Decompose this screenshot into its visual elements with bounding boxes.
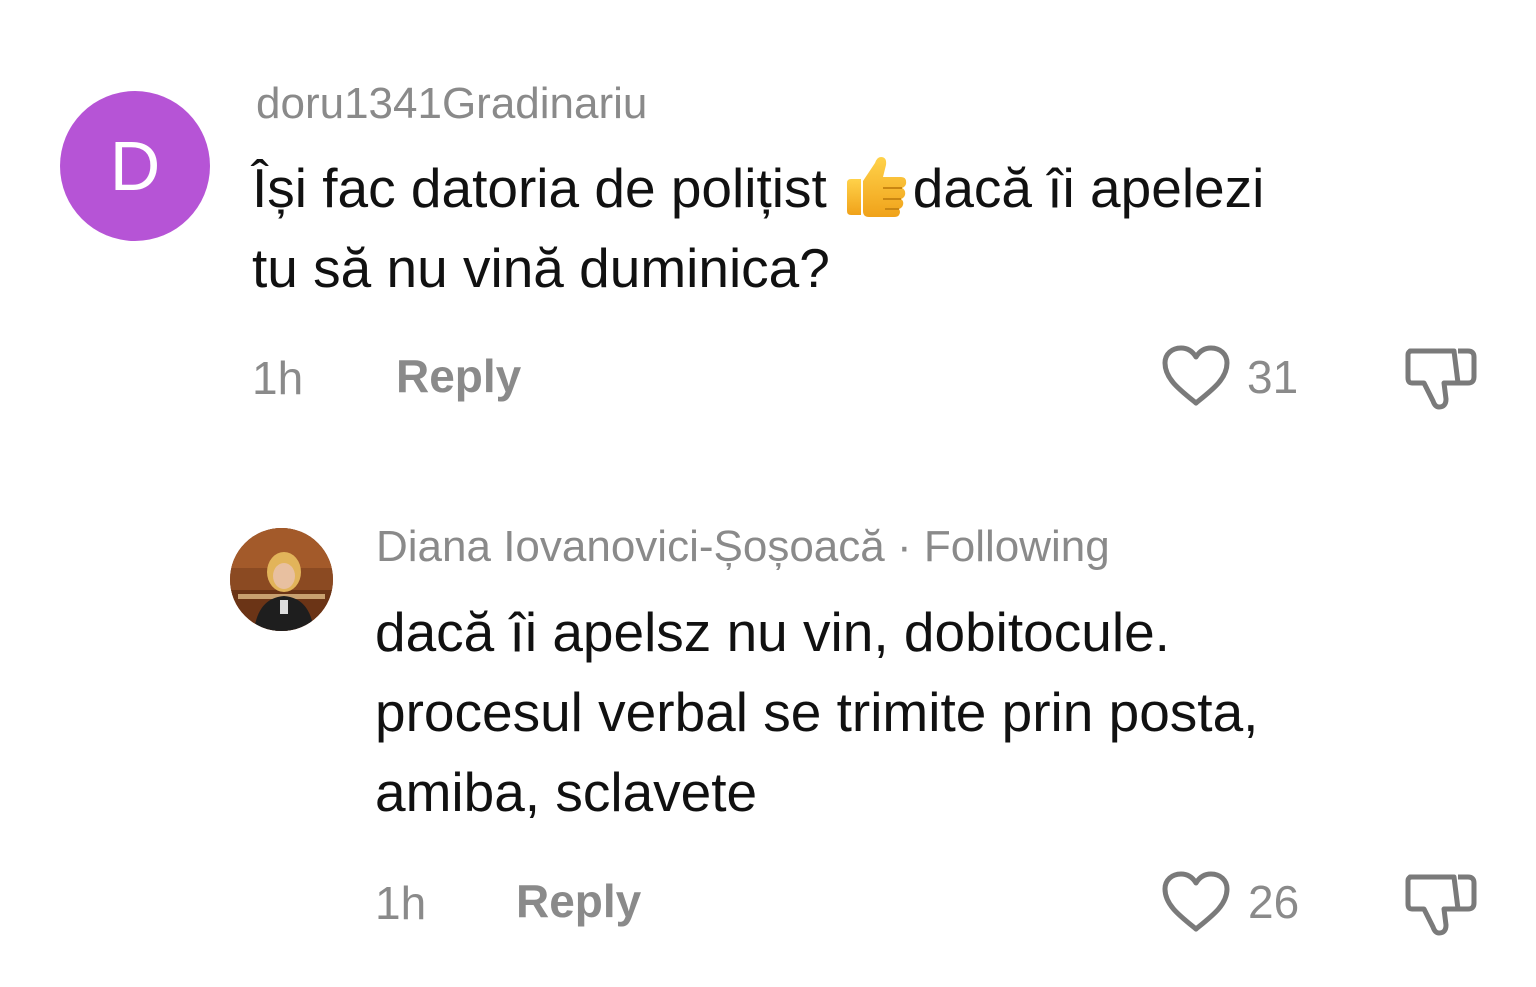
thumbs-up-emoji-icon xyxy=(846,157,906,217)
reply-username[interactable]: Diana Iovanovici-Șoșoacă xyxy=(376,522,885,571)
comment-text-line: tu să nu vină duminica? xyxy=(252,237,830,299)
like-count: 26 xyxy=(1248,876,1300,928)
heart-icon[interactable] xyxy=(1160,870,1232,934)
comment-text-line: Își fac datoria de polițist dacă îi apel… xyxy=(252,148,1512,228)
comment-username[interactable]: doru1341Gradinariu xyxy=(256,79,647,129)
comment-text-segment: dacă îi apelezi xyxy=(912,157,1265,219)
like-count: 31 xyxy=(1247,351,1299,403)
reply-text-line: amiba, sclavete xyxy=(375,761,758,823)
comment-timestamp: 1h xyxy=(252,352,304,404)
thumbs-down-icon[interactable] xyxy=(1402,869,1480,937)
reply-button[interactable]: Reply xyxy=(396,349,521,403)
thumbs-down-icon[interactable] xyxy=(1402,343,1480,411)
reply-text-line: procesul verbal se trimite prin posta, xyxy=(375,681,1259,743)
comment-text-segment: Își fac datoria de polițist xyxy=(252,157,827,219)
avatar[interactable] xyxy=(230,528,333,631)
avatar[interactable]: D xyxy=(60,91,210,241)
reply-username-row: Diana Iovanovici-Șoșoacă · Following xyxy=(376,522,1110,572)
following-label[interactable]: Following xyxy=(924,522,1110,571)
reply-text-line: dacă îi apelsz nu vin, dobitocule. xyxy=(375,601,1170,663)
comment-thread: D doru1341Gradinariu Își fac datoria de … xyxy=(0,0,1536,987)
reply-button[interactable]: Reply xyxy=(516,874,641,928)
comment-text: Își fac datoria de polițist dacă îi apel… xyxy=(252,148,1512,308)
reply-text: dacă îi apelsz nu vin, dobitocule. proce… xyxy=(375,592,1495,832)
separator-dot: · xyxy=(896,522,912,571)
heart-icon[interactable] xyxy=(1160,344,1232,408)
profile-photo-icon xyxy=(230,528,333,631)
reply-timestamp: 1h xyxy=(375,877,427,929)
comment: D doru1341Gradinariu Își fac datoria de … xyxy=(0,0,1536,440)
